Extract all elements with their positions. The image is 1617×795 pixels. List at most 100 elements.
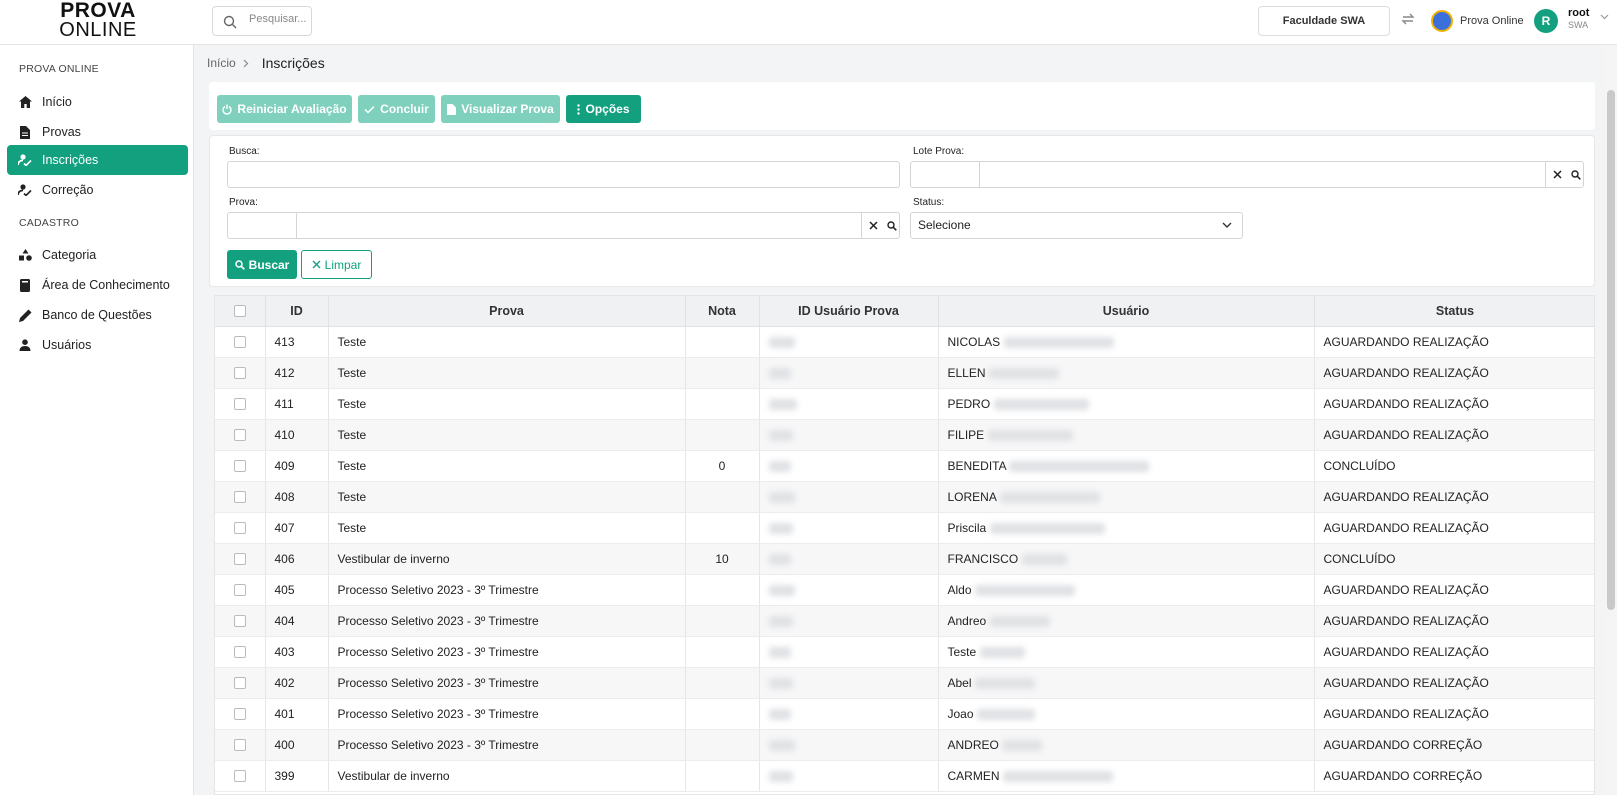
clear-button[interactable]: Limpar xyxy=(301,250,372,279)
scrollbar-thumb[interactable] xyxy=(1607,90,1615,610)
table-row[interactable]: 406 Vestibular de inverno 10 FRANCISCO CONC… xyxy=(215,543,1594,575)
cell-prova: Processo Seletivo 2023 - 3º Trimestre xyxy=(328,729,686,761)
column-header-usuario[interactable]: Usuário xyxy=(938,296,1315,327)
row-checkbox[interactable] xyxy=(233,398,246,411)
table-row[interactable]: 407 Teste Priscila AGUARDANDO REALIZAÇÃO xyxy=(215,512,1594,544)
page-scrollbar[interactable] xyxy=(1605,45,1617,795)
table-row[interactable]: 410 Teste FILIPE AGUARDANDO REALIZAÇÃO xyxy=(215,419,1594,451)
row-checkbox[interactable] xyxy=(233,770,246,783)
table-row[interactable]: 402 Processo Seletivo 2023 - 3º Trimestre… xyxy=(215,667,1594,699)
row-checkbox-cell[interactable] xyxy=(215,636,266,668)
sidebar-item-categoria[interactable]: Categoria xyxy=(7,240,188,270)
busca-input[interactable] xyxy=(227,161,900,188)
search-icon[interactable] xyxy=(1571,169,1581,180)
cell-nota: 0 xyxy=(685,450,760,482)
column-header-id-usuario-prova[interactable]: ID Usuário Prova xyxy=(759,296,939,327)
table-row[interactable]: 401 Processo Seletivo 2023 - 3º Trimestre… xyxy=(215,698,1594,730)
row-checkbox[interactable] xyxy=(233,553,246,566)
table-row[interactable]: 403 Processo Seletivo 2023 - 3º Trimestre… xyxy=(215,636,1594,668)
row-checkbox-cell[interactable] xyxy=(215,419,266,451)
swap-icon[interactable] xyxy=(1400,11,1416,27)
row-checkbox-cell[interactable] xyxy=(215,357,266,389)
sidebar-item-inicio[interactable]: Início xyxy=(7,87,188,117)
cell-id: 409 xyxy=(265,450,329,482)
row-checkbox[interactable] xyxy=(233,429,246,442)
column-header-nota[interactable]: Nota xyxy=(685,296,760,327)
table-row[interactable]: 413 Teste NICOLAS AGUARDANDO REALIZAÇÃO xyxy=(215,326,1594,358)
cell-id: 403 xyxy=(265,636,329,668)
table-row[interactable]: 408 Teste LORENA AGUARDANDO REALIZAÇÃO xyxy=(215,481,1594,513)
row-checkbox-cell[interactable] xyxy=(215,760,266,792)
sidebar-item-area-conhecimento[interactable]: Área de Conhecimento xyxy=(7,270,188,300)
row-checkbox[interactable] xyxy=(233,491,246,504)
search-icon[interactable] xyxy=(887,220,897,231)
redacted-value xyxy=(768,770,793,782)
cell-prova: Processo Seletivo 2023 - 3º Trimestre xyxy=(328,698,686,730)
row-checkbox[interactable] xyxy=(233,615,246,628)
column-header-prova[interactable]: Prova xyxy=(328,296,686,327)
row-checkbox[interactable] xyxy=(233,460,246,473)
app-switcher[interactable]: Prova Online xyxy=(1431,8,1524,34)
table-row[interactable]: 411 Teste PEDRO AGUARDANDO REALIZAÇÃO xyxy=(215,388,1594,420)
table-row[interactable]: 412 Teste ELLEN AGUARDANDO REALIZAÇÃO xyxy=(215,357,1594,389)
column-header-status[interactable]: Status xyxy=(1314,296,1594,327)
row-checkbox[interactable] xyxy=(233,708,246,721)
prova-actions-divider xyxy=(861,213,862,238)
table-row[interactable]: 400 Processo Seletivo 2023 - 3º Trimestre… xyxy=(215,729,1594,761)
status-select[interactable]: Selecione xyxy=(910,212,1243,239)
row-checkbox-cell[interactable] xyxy=(215,543,266,575)
options-button[interactable]: Opções xyxy=(566,95,641,123)
cell-status: AGUARDANDO REALIZAÇÃO xyxy=(1314,667,1594,699)
table-row[interactable]: 404 Processo Seletivo 2023 - 3º Trimestre… xyxy=(215,605,1594,637)
conclude-button[interactable]: Concluir xyxy=(358,95,435,123)
column-header-id[interactable]: ID xyxy=(265,296,329,327)
cell-id-usuario-prova xyxy=(759,543,939,575)
row-checkbox[interactable] xyxy=(233,336,246,349)
restart-evaluation-button[interactable]: Reiniciar Avaliação xyxy=(217,95,352,123)
view-exam-button[interactable]: Visualizar Prova xyxy=(441,95,560,123)
lote-prova-lookup[interactable] xyxy=(910,161,1584,188)
conclude-label: Concluir xyxy=(380,102,429,116)
avatar[interactable]: R xyxy=(1534,9,1558,33)
row-checkbox-cell[interactable] xyxy=(215,574,266,606)
row-checkbox-cell[interactable] xyxy=(215,605,266,637)
row-checkbox-cell[interactable] xyxy=(215,326,266,358)
close-icon[interactable] xyxy=(1553,170,1562,179)
row-checkbox-cell[interactable] xyxy=(215,667,266,699)
search-box[interactable] xyxy=(212,6,312,36)
user-menu[interactable]: root SWA xyxy=(1568,7,1589,31)
redacted-value xyxy=(1021,553,1067,565)
select-all-checkbox[interactable] xyxy=(233,305,246,318)
table-row[interactable]: 405 Processo Seletivo 2023 - 3º Trimestre… xyxy=(215,574,1594,606)
search-input[interactable] xyxy=(249,13,309,25)
select-all-checkbox-cell[interactable] xyxy=(215,296,266,327)
table-row[interactable]: 399 Vestibular de inverno CARMEN AGUARDAND… xyxy=(215,760,1594,792)
row-checkbox-cell[interactable] xyxy=(215,450,266,482)
close-icon[interactable] xyxy=(869,221,878,230)
row-checkbox[interactable] xyxy=(233,677,246,690)
sidebar-item-provas[interactable]: Provas xyxy=(7,117,188,147)
sidebar-item-banco-questoes[interactable]: Banco de Questões xyxy=(7,300,188,330)
row-checkbox-cell[interactable] xyxy=(215,512,266,544)
row-checkbox-cell[interactable] xyxy=(215,388,266,420)
prova-lookup[interactable] xyxy=(227,212,900,239)
row-checkbox[interactable] xyxy=(233,522,246,535)
row-checkbox-cell[interactable] xyxy=(215,481,266,513)
row-checkbox[interactable] xyxy=(233,646,246,659)
row-checkbox[interactable] xyxy=(233,367,246,380)
row-checkbox[interactable] xyxy=(233,584,246,597)
brand-logo[interactable]: PROVA ONLINE xyxy=(58,0,138,40)
row-checkbox-cell[interactable] xyxy=(215,698,266,730)
sidebar-item-inscricoes[interactable]: Inscrições xyxy=(7,145,188,175)
chevron-down-icon[interactable] xyxy=(1600,14,1609,20)
row-checkbox-cell[interactable] xyxy=(215,729,266,761)
table-row[interactable]: 409 Teste 0 BENEDITA CONCLUÍDO xyxy=(215,450,1594,482)
search-button[interactable]: Buscar xyxy=(227,250,297,279)
institution-selector[interactable]: Faculdade SWA xyxy=(1258,6,1390,36)
breadcrumb-home[interactable]: Início xyxy=(207,56,236,70)
redacted-value xyxy=(768,708,791,720)
redacted-value xyxy=(989,522,1105,534)
row-checkbox[interactable] xyxy=(233,739,246,752)
sidebar-item-usuarios[interactable]: Usuários xyxy=(7,330,188,360)
sidebar-item-correcao[interactable]: Correção xyxy=(7,175,188,205)
